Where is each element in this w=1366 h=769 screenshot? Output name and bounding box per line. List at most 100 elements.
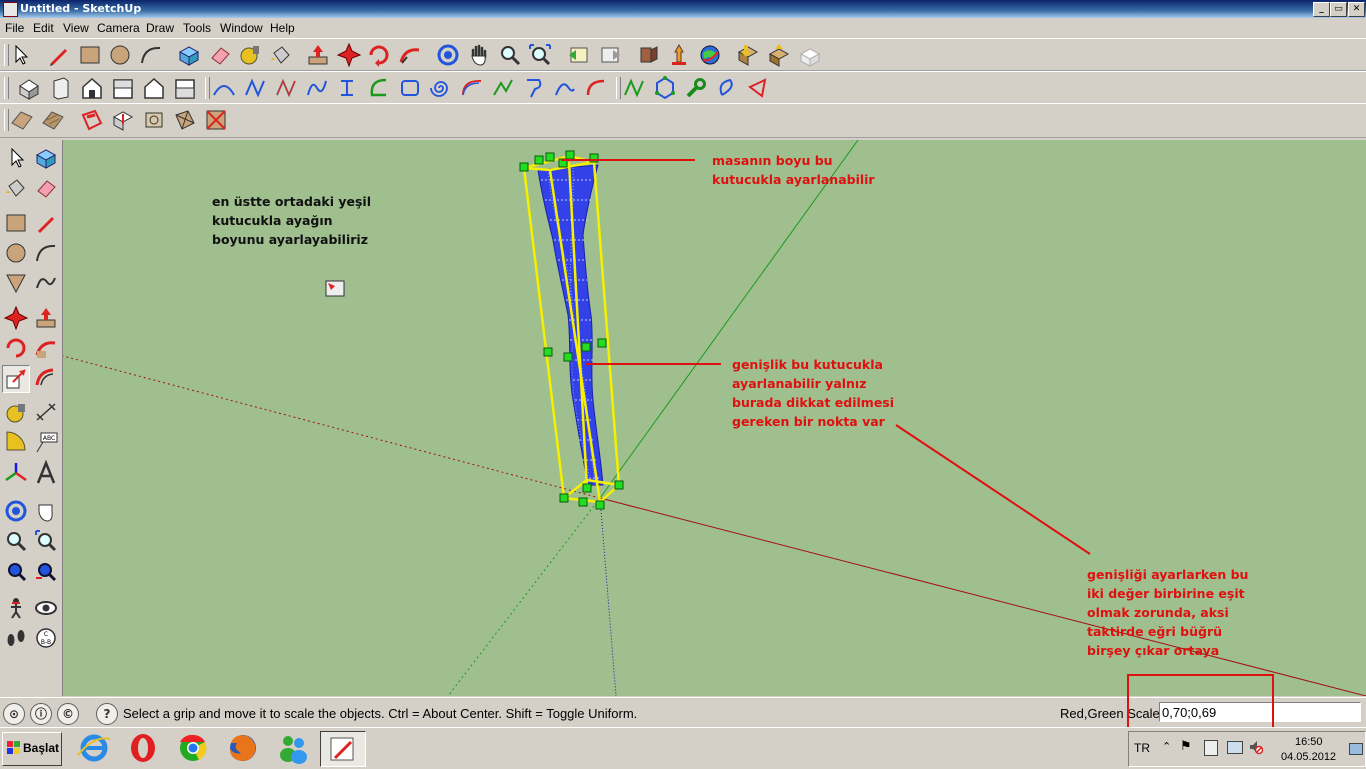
curve-tool-1-icon[interactable]: [211, 75, 237, 101]
3d-text-icon[interactable]: [33, 459, 59, 486]
rotate-tool-icon[interactable]: [3, 335, 29, 361]
toolbar-grip[interactable]: [4, 77, 9, 99]
polygon-tool-icon[interactable]: [3, 270, 29, 296]
start-button[interactable]: Başlat: [2, 732, 62, 766]
curve-tool-9-icon[interactable]: [521, 75, 547, 101]
section-plane-icon[interactable]: C B-B: [33, 625, 59, 651]
clock-date[interactable]: 04.05.2012: [1281, 751, 1336, 763]
curve-tool-13-icon[interactable]: [745, 75, 771, 101]
orbit-tool-icon[interactable]: [435, 42, 461, 68]
look-around-icon[interactable]: [33, 595, 59, 621]
pan-tool-icon[interactable]: [466, 42, 492, 68]
arc-tool-icon[interactable]: [138, 42, 164, 68]
right-view-icon[interactable]: [110, 75, 136, 101]
pan-tool-icon[interactable]: [33, 498, 59, 524]
curve-tool-3-icon[interactable]: [273, 75, 299, 101]
protractor-icon[interactable]: [3, 430, 29, 456]
device-icon[interactable]: [1204, 740, 1218, 756]
section-cuts-icon[interactable]: [141, 107, 167, 133]
arc-tool-icon[interactable]: [33, 240, 59, 266]
place-model-icon[interactable]: [766, 42, 792, 68]
table-leg-model[interactable]: [537, 164, 604, 486]
menu-window[interactable]: Window: [220, 21, 263, 35]
select-tool-icon[interactable]: [3, 145, 29, 171]
internet-explorer-icon[interactable]: [72, 731, 116, 765]
next-view-icon[interactable]: [597, 42, 623, 68]
drawing-viewport[interactable]: en üstte ortadaki yeşil kutucukla ayağın…: [63, 140, 1366, 696]
google-earth-view-icon[interactable]: [735, 42, 761, 68]
move-tool-icon[interactable]: [3, 305, 29, 331]
clock-time[interactable]: 16:50: [1295, 736, 1323, 748]
curve-tool-6-icon[interactable]: [366, 75, 392, 101]
section-plane-icon[interactable]: [79, 107, 105, 133]
sketchup-app-icon[interactable]: [3, 2, 18, 17]
curve-tool-10-icon[interactable]: [552, 75, 578, 101]
scale-tool-icon[interactable]: [2, 365, 30, 393]
get-models-icon[interactable]: [635, 42, 661, 68]
minimize-button[interactable]: _: [1313, 2, 1330, 17]
volume-muted-icon[interactable]: [1249, 739, 1264, 755]
curve-tool-8-icon[interactable]: [490, 75, 516, 101]
axes-tool-icon[interactable]: [3, 460, 29, 486]
select-tool-icon[interactable]: [8, 42, 34, 68]
curve-tool-11-icon[interactable]: [583, 75, 609, 101]
rotate-tool-icon[interactable]: [366, 42, 392, 68]
messenger-icon[interactable]: [271, 731, 315, 765]
zoom-tool-icon[interactable]: [497, 42, 523, 68]
make-component-icon[interactable]: [176, 42, 202, 68]
toggle-terrain-icon[interactable]: [797, 42, 823, 68]
front-view-icon[interactable]: [79, 75, 105, 101]
curve-tool-2-icon[interactable]: [242, 75, 268, 101]
push-pull-icon[interactable]: [33, 305, 59, 331]
zoom-tool-icon[interactable]: [3, 528, 29, 554]
eraser-tool-icon[interactable]: [207, 42, 233, 68]
curve-tool-12-icon[interactable]: [714, 75, 740, 101]
xray-style-icon[interactable]: [9, 107, 35, 133]
show-hidden-icons-icon[interactable]: ⌃: [1162, 740, 1171, 753]
menu-file[interactable]: File: [5, 21, 24, 35]
menu-tools[interactable]: Tools: [183, 21, 211, 35]
wireframe-style-icon[interactable]: [172, 107, 198, 133]
menu-view[interactable]: View: [63, 21, 89, 35]
make-component-icon[interactable]: [33, 145, 59, 171]
pencil-tool-icon[interactable]: [46, 42, 72, 68]
dimension-tool-icon[interactable]: [33, 400, 59, 426]
tape-measure-icon[interactable]: [237, 42, 263, 68]
user-icon[interactable]: ©: [57, 703, 79, 725]
top-view-icon[interactable]: [48, 75, 74, 101]
eraser-tool-icon[interactable]: [33, 175, 59, 201]
instructor-help-icon[interactable]: ?: [96, 703, 118, 725]
credits-icon[interactable]: ⓘ: [30, 703, 52, 725]
chrome-icon[interactable]: [171, 731, 215, 765]
tape-measure-icon[interactable]: [3, 400, 29, 426]
maximize-button[interactable]: ▭: [1330, 2, 1347, 17]
iso-view-icon[interactable]: [16, 75, 42, 101]
previous-view-icon[interactable]: [33, 558, 59, 584]
geo-location-icon[interactable]: ⊙: [3, 703, 25, 725]
menu-draw[interactable]: Draw: [146, 21, 174, 35]
zoom-window-icon[interactable]: [33, 528, 59, 554]
sandbox-tool-1-icon[interactable]: [621, 75, 647, 101]
pencil-tool-icon[interactable]: [33, 210, 59, 236]
curve-tool-7-icon[interactable]: [459, 75, 485, 101]
rectangle-tool-icon[interactable]: [3, 210, 29, 236]
language-indicator[interactable]: TR: [1134, 741, 1150, 755]
zoom-extents-icon[interactable]: [527, 42, 553, 68]
toolbar-grip[interactable]: [205, 77, 210, 99]
show-desktop-icon[interactable]: [1349, 743, 1363, 755]
text-tool-icon[interactable]: ABC: [33, 430, 59, 456]
network-icon[interactable]: [1227, 741, 1243, 754]
close-button[interactable]: ✕: [1348, 2, 1365, 17]
circle-tool-icon[interactable]: [3, 240, 29, 266]
freehand-tool-icon[interactable]: [33, 270, 59, 296]
position-camera-icon[interactable]: [3, 595, 29, 621]
curve-tool-4-icon[interactable]: [304, 75, 330, 101]
previous-view-icon[interactable]: [566, 42, 592, 68]
back-view-icon[interactable]: [141, 75, 167, 101]
follow-me-icon[interactable]: [33, 335, 59, 361]
push-pull-icon[interactable]: [305, 42, 331, 68]
sketchup-task-button[interactable]: [320, 731, 366, 767]
polygon-tool-icon[interactable]: [652, 75, 678, 101]
menu-edit[interactable]: Edit: [33, 21, 54, 35]
follow-me-icon[interactable]: [397, 42, 423, 68]
